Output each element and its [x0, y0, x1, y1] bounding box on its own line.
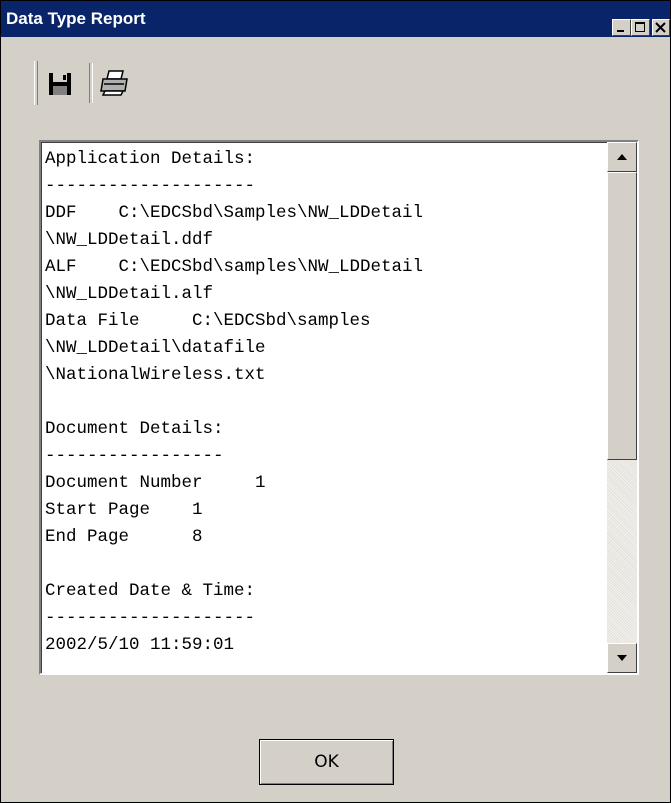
scroll-down-button[interactable]: [607, 643, 637, 673]
toolbar-separator: [89, 63, 93, 103]
report-line: -----------------: [45, 446, 224, 466]
report-textbox[interactable]: Application Details: -------------------…: [39, 140, 639, 675]
report-line: [45, 551, 615, 578]
report-line: End Page 8: [45, 527, 203, 547]
print-button[interactable]: [95, 63, 135, 103]
report-line: \NW_LDDetail.ddf: [45, 230, 214, 250]
arrow-up-icon: [617, 154, 627, 160]
report-line: Start Page 1: [45, 500, 203, 520]
save-icon: [49, 73, 71, 95]
data-type-report-window: Data Type Report Application Details: --…: [0, 0, 671, 803]
ok-button-label: OK: [314, 752, 339, 772]
report-line: Application Details:: [45, 149, 256, 169]
minimize-icon: [617, 30, 624, 32]
maximize-button[interactable]: [631, 19, 650, 36]
window-title: Data Type Report: [6, 9, 146, 28]
close-button[interactable]: [652, 19, 670, 36]
report-line: Created Date & Time:: [45, 581, 256, 601]
report-line: Data File C:\EDCSbd\samples: [45, 311, 371, 331]
print-icon: [100, 70, 128, 96]
report-line: 2002/5/10 11:59:01: [45, 635, 235, 655]
arrow-down-icon: [617, 655, 627, 661]
save-button[interactable]: [41, 63, 81, 103]
minimize-button[interactable]: [612, 19, 631, 36]
report-line: Document Details:: [45, 419, 224, 439]
report-line: [45, 389, 615, 416]
report-line: Document Number 1: [45, 473, 266, 493]
scroll-thumb[interactable]: [607, 172, 637, 460]
title-bar[interactable]: Data Type Report: [1, 1, 670, 37]
report-line: \NW_LDDetail.alf: [45, 284, 214, 304]
report-line: ALF C:\EDCSbd\samples\NW_LDDetail: [45, 257, 424, 277]
report-line: --------------------: [45, 608, 256, 628]
report-line: DDF C:\EDCSbd\Samples\NW_LDDetail: [45, 203, 424, 223]
report-line: \NationalWireless.txt: [45, 365, 266, 385]
close-icon: [655, 22, 666, 33]
report-line: \NW_LDDetail\datafile: [45, 338, 266, 358]
vertical-scrollbar[interactable]: [607, 142, 637, 673]
ok-button[interactable]: OK: [259, 739, 394, 785]
report-lines: Application Details: -------------------…: [45, 146, 615, 659]
maximize-icon: [635, 22, 645, 32]
report-line: --------------------: [45, 176, 256, 196]
toolbar-grip[interactable]: [34, 61, 38, 105]
scroll-up-button[interactable]: [607, 142, 637, 172]
